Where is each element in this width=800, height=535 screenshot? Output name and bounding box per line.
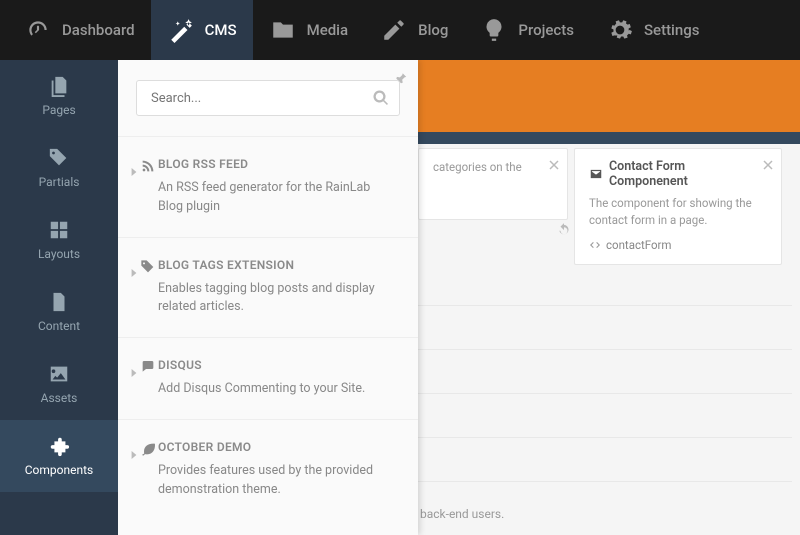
card-desc: The component for showing the contact fo… — [589, 195, 767, 230]
component-title: OCTOBER DEMO — [158, 440, 396, 454]
pages-icon — [48, 75, 70, 97]
pencil-icon — [380, 16, 408, 44]
nav-blog[interactable]: Blog — [364, 0, 464, 60]
card-alias-text: contactForm — [606, 238, 672, 252]
envelope-icon — [589, 167, 603, 181]
component-card[interactable]: categories on the — [418, 148, 568, 220]
components-panel: BLOG RSS FEED An RSS feed generator for … — [118, 60, 418, 535]
nav-label: CMS — [205, 21, 237, 39]
nav-projects[interactable]: Projects — [464, 0, 590, 60]
component-item[interactable]: BLOG RSS FEED An RSS feed generator for … — [118, 136, 418, 237]
chevron-right-icon — [130, 161, 138, 169]
top-nav: Dashboard CMS Media Blog Projects Settin… — [0, 0, 800, 60]
sidebar-item-label: Layouts — [38, 247, 80, 261]
component-desc: Provides features used by the provided d… — [158, 462, 396, 500]
nav-media[interactable]: Media — [253, 0, 365, 60]
nav-label: Projects — [518, 21, 574, 39]
dashboard-icon — [24, 16, 52, 44]
component-item[interactable]: BLOG TAGS EXTENSION Enables tagging blog… — [118, 237, 418, 338]
sidebar-item-label: Content — [38, 319, 80, 333]
sidebar-item-assets[interactable]: Assets — [0, 348, 118, 420]
nav-cms[interactable]: CMS — [151, 0, 253, 60]
sidebar-item-components[interactable]: Components — [0, 420, 118, 492]
sidebar-item-label: Partials — [39, 175, 80, 189]
code-icon — [589, 239, 601, 251]
sidebar-item-pages[interactable]: Pages — [0, 60, 118, 132]
tag-icon — [140, 259, 156, 275]
grid-icon — [48, 219, 70, 241]
undo-icon[interactable] — [557, 221, 571, 235]
sidebar-item-partials[interactable]: Partials — [0, 132, 118, 204]
nav-settings[interactable]: Settings — [590, 0, 716, 60]
file-icon — [48, 291, 70, 313]
card-desc: categories on the — [433, 159, 553, 176]
nav-label: Settings — [644, 21, 700, 39]
card-title-text: Contact Form Componenent — [609, 159, 767, 189]
component-desc: Enables tagging blog posts and display r… — [158, 280, 396, 318]
component-item[interactable]: OCTOBER DEMO Provides features used by t… — [118, 419, 418, 520]
rss-icon — [140, 158, 156, 174]
cms-sidebar: Pages Partials Layouts Content Assets Co… — [0, 60, 118, 535]
card-alias: contactForm — [589, 238, 767, 252]
nav-label: Media — [307, 21, 349, 39]
tags-icon — [48, 147, 70, 169]
chevron-right-icon — [130, 444, 138, 452]
image-icon — [48, 363, 70, 385]
lightbulb-icon — [480, 16, 508, 44]
panel-header — [118, 60, 418, 136]
sidebar-item-label: Assets — [41, 391, 78, 405]
background-text: back-end users. — [420, 507, 504, 521]
search-field-wrap — [136, 80, 400, 116]
chevron-right-icon — [130, 362, 138, 370]
component-desc: An RSS feed generator for the RainLab Bl… — [158, 179, 396, 217]
chevron-right-icon — [130, 262, 138, 270]
close-icon[interactable] — [549, 155, 559, 165]
sidebar-item-content[interactable]: Content — [0, 276, 118, 348]
sidebar-item-label: Pages — [42, 103, 75, 117]
component-title: DISQUS — [158, 358, 396, 372]
search-icon[interactable] — [372, 89, 390, 107]
nav-label: Blog — [418, 21, 448, 39]
puzzle-icon — [48, 435, 70, 457]
component-item[interactable]: DISQUS Add Disqus Commenting to your Sit… — [118, 337, 418, 419]
folder-icon — [269, 16, 297, 44]
card-title: Contact Form Componenent — [589, 159, 767, 189]
close-icon[interactable] — [763, 155, 773, 165]
component-card-contact-form[interactable]: Contact Form Componenent The component f… — [574, 148, 782, 265]
nav-label: Dashboard — [62, 21, 135, 39]
magic-wand-icon — [167, 16, 195, 44]
nav-dashboard[interactable]: Dashboard — [8, 0, 151, 60]
component-desc: Add Disqus Commenting to your Site. — [158, 380, 396, 399]
search-input[interactable] — [136, 80, 400, 116]
leaf-icon — [140, 441, 156, 457]
component-title: BLOG RSS FEED — [158, 157, 396, 171]
sidebar-item-layouts[interactable]: Layouts — [0, 204, 118, 276]
component-title: BLOG TAGS EXTENSION — [158, 258, 396, 272]
page-background-content — [418, 262, 792, 482]
gear-icon — [606, 16, 634, 44]
comments-icon — [140, 359, 156, 375]
sidebar-item-label: Components — [25, 463, 94, 477]
